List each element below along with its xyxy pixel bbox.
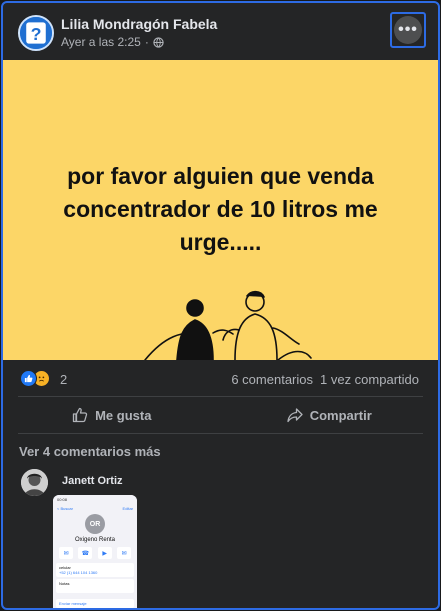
video-icon: ▶ <box>97 547 112 559</box>
like-label: Me gusta <box>95 407 152 423</box>
share-icon <box>287 408 303 423</box>
like-icon <box>20 370 37 387</box>
post-image-text: por favor alguien que venda concentrador… <box>63 163 378 255</box>
attachment-status-time: 00:08 <box>53 495 137 505</box>
question-mark-icon: ? <box>20 17 52 49</box>
post-timestamp[interactable]: Ayer a las 2:25 <box>61 35 141 49</box>
more-options-button[interactable]: ••• <box>390 12 426 48</box>
attachment-contact-actions: ✉ ☎ ▶ ✉ <box>59 547 131 559</box>
reactions-bar: 2 6 comentarios 1 vez compartido <box>3 365 438 393</box>
comment-attachment-image[interactable]: 00:08 < Buscar Editar OR Oxigeno Renta ✉… <box>53 495 137 608</box>
attachment-edit: Editar <box>122 506 133 511</box>
attachment-link: Enviar mensaje <box>59 601 87 606</box>
thumbs-up-icon <box>72 407 88 423</box>
comments-count[interactable]: 6 comentarios <box>231 372 313 387</box>
divider <box>18 433 423 434</box>
shares-count[interactable]: 1 vez compartido <box>320 372 419 387</box>
people-illustration <box>144 290 312 360</box>
divider <box>18 396 423 397</box>
post-stats: 6 comentarios 1 vez compartido <box>231 372 419 387</box>
share-label: Compartir <box>309 407 372 423</box>
post-image[interactable]: por favor alguien que venda concentrador… <box>3 60 438 360</box>
phone-icon: ☎ <box>78 547 93 559</box>
attachment-phone-card: celular +52 (1) 644 104 1360 <box>56 563 134 577</box>
meta-separator: · <box>144 35 149 49</box>
reaction-count[interactable]: 2 <box>60 372 67 387</box>
attachment-link-card: Enviar mensaje <box>56 599 134 608</box>
post-card: ? Lilia Mondragón Fabela Ayer a las 2:25… <box>1 1 440 610</box>
view-more-comments-link[interactable]: Ver 4 comentarios más <box>19 444 161 459</box>
attachment-field2-label: Notas <box>59 581 70 586</box>
attachment-notes-card: Notas <box>56 579 134 593</box>
share-button[interactable]: Compartir <box>221 399 439 431</box>
author-avatar[interactable]: ? <box>18 15 54 51</box>
attachment-field1-value: +52 (1) 644 104 1360 <box>59 570 98 575</box>
globe-icon <box>153 36 164 48</box>
action-bar: Me gusta Compartir <box>3 399 438 431</box>
attachment-contact-initials: OR <box>85 514 105 534</box>
comment-author[interactable]: Janett Ortiz <box>62 475 123 487</box>
attachment-contact-name: Oxigeno Renta <box>74 537 116 543</box>
message-icon: ✉ <box>59 547 73 559</box>
more-icon: ••• <box>394 16 422 44</box>
author-name[interactable]: Lilia Mondragón Fabela <box>61 16 217 32</box>
reaction-icons[interactable] <box>20 370 50 387</box>
post-meta: Ayer a las 2:25 · <box>61 35 164 49</box>
commenter-avatar[interactable] <box>21 469 48 496</box>
mail-icon: ✉ <box>116 547 131 559</box>
svg-text:?: ? <box>31 24 42 44</box>
attachment-back: < Buscar <box>57 506 73 511</box>
like-button[interactable]: Me gusta <box>3 399 221 431</box>
post-header: ? Lilia Mondragón Fabela Ayer a las 2:25… <box>3 3 438 60</box>
